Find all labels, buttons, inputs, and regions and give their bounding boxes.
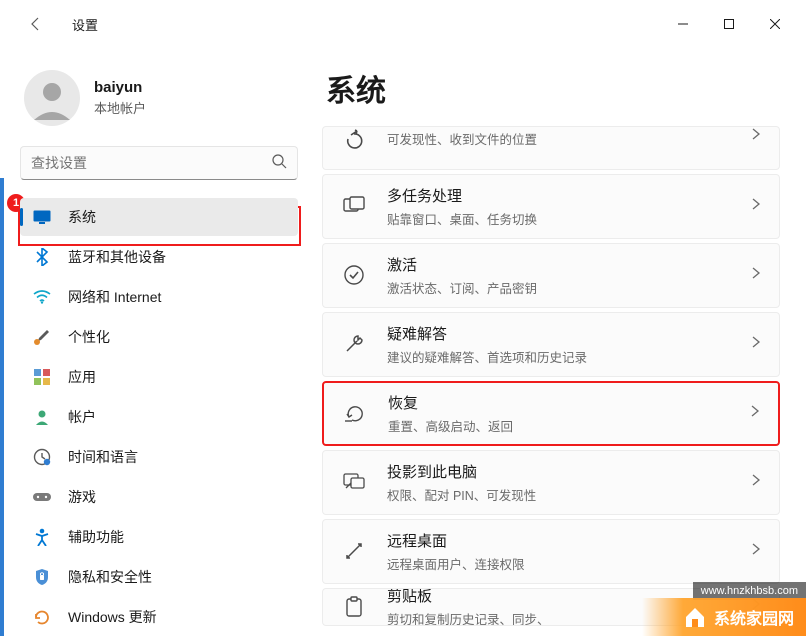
card-project[interactable]: 投影到此电脑权限、配对 PIN、可发现性 [322, 450, 780, 515]
sidebar-item-label: 应用 [68, 367, 96, 387]
titlebar: 设置 [0, 0, 806, 48]
arrow-left-icon [28, 16, 44, 32]
minimize-button[interactable] [660, 8, 706, 40]
wrench-icon [341, 331, 367, 357]
shield-icon [32, 567, 52, 587]
sidebar-nav: 1 系统 蓝牙和其他设备 网络和 Internet 个性化 应用 帐户 时间和语… [20, 198, 310, 636]
card-sub: 建议的疑难解答、首选项和历史记录 [387, 347, 751, 366]
chevron-right-icon [751, 197, 761, 216]
wifi-icon [32, 287, 52, 307]
house-icon [682, 604, 708, 630]
maximize-icon [724, 19, 734, 29]
card-title: 投影到此电脑 [387, 461, 751, 482]
display-icon [32, 207, 52, 227]
accessibility-icon [32, 527, 52, 547]
sidebar-item-system[interactable]: 系统 [20, 198, 298, 236]
chevron-right-icon [751, 127, 761, 146]
brand-text: 系统家园网 [714, 605, 794, 629]
sidebar-item-network[interactable]: 网络和 Internet [20, 278, 298, 316]
search-icon [271, 153, 287, 174]
sidebar-item-label: 网络和 Internet [68, 287, 161, 307]
chevron-right-icon [751, 473, 761, 492]
settings-list: 就近共享可发现性、收到文件的位置 多任务处理贴靠窗口、桌面、任务切换 激活激活状… [322, 126, 780, 626]
sidebar-item-update[interactable]: Windows 更新 [20, 598, 298, 636]
chevron-right-icon [751, 542, 761, 561]
card-title: 远程桌面 [387, 530, 751, 551]
card-sub: 可发现性、收到文件的位置 [387, 129, 751, 148]
card-troubleshoot[interactable]: 疑难解答建议的疑难解答、首选项和历史记录 [322, 312, 780, 377]
clock-icon [32, 447, 52, 467]
card-sub: 贴靠窗口、桌面、任务切换 [387, 209, 751, 228]
person-icon [32, 407, 52, 427]
app-title: 设置 [72, 15, 98, 34]
main-content: 系统 2 就近共享可发现性、收到文件的位置 多任务处理贴靠窗口、桌面、任务切换 … [310, 48, 806, 636]
sidebar-item-label: 蓝牙和其他设备 [68, 247, 166, 267]
apps-icon [32, 367, 52, 387]
sidebar-item-label: 系统 [68, 207, 96, 227]
card-title: 疑难解答 [387, 323, 751, 344]
sidebar-item-accessibility[interactable]: 辅助功能 [20, 518, 298, 556]
brand-overlay: 系统家园网 [642, 598, 806, 636]
sidebar-item-bluetooth[interactable]: 蓝牙和其他设备 [20, 238, 298, 276]
sidebar-item-personalization[interactable]: 个性化 [20, 318, 298, 356]
maximize-button[interactable] [706, 8, 752, 40]
close-button[interactable] [752, 8, 798, 40]
user-name: baiyun [94, 79, 146, 96]
sidebar-item-apps[interactable]: 应用 [20, 358, 298, 396]
sidebar-item-label: 游戏 [68, 487, 96, 507]
sidebar-item-label: 个性化 [68, 327, 110, 347]
person-icon [28, 74, 76, 122]
card-activation[interactable]: 激活激活状态、订阅、产品密钥 [322, 243, 780, 308]
card-sub: 重置、高级启动、返回 [388, 416, 750, 435]
card-remote[interactable]: 远程桌面远程桌面用户、连接权限 [322, 519, 780, 584]
cast-icon [341, 469, 367, 495]
gamepad-icon [32, 487, 52, 507]
sidebar-item-accounts[interactable]: 帐户 [20, 398, 298, 436]
sidebar-item-time[interactable]: 时间和语言 [20, 438, 298, 476]
chevron-right-icon [750, 404, 760, 423]
avatar [24, 70, 80, 126]
share-icon [341, 127, 367, 153]
page-title: 系统 [326, 66, 780, 110]
sidebar-item-label: 帐户 [68, 407, 96, 427]
recover-icon [342, 400, 368, 426]
window-controls [660, 8, 798, 40]
user-block[interactable]: baiyun 本地帐户 [20, 56, 310, 146]
search-box[interactable] [20, 146, 298, 180]
sidebar-item-privacy[interactable]: 隐私和安全性 [20, 558, 298, 596]
sidebar: baiyun 本地帐户 1 系统 蓝牙和其他设备 网络和 Internet 个性… [0, 48, 310, 636]
card-multitask[interactable]: 多任务处理贴靠窗口、桌面、任务切换 [322, 174, 780, 239]
search-input[interactable] [31, 155, 271, 171]
minimize-icon [678, 19, 688, 29]
sidebar-item-label: 隐私和安全性 [68, 567, 152, 587]
remote-icon [341, 538, 367, 564]
card-recovery[interactable]: 恢复重置、高级启动、返回 [322, 381, 780, 446]
back-button[interactable] [16, 4, 56, 44]
card-sub: 权限、配对 PIN、可发现性 [387, 485, 751, 504]
check-icon [341, 262, 367, 288]
clipboard-icon [341, 594, 367, 620]
card-sub: 激活状态、订阅、产品密钥 [387, 278, 751, 297]
sidebar-item-gaming[interactable]: 游戏 [20, 478, 298, 516]
brush-icon [32, 327, 52, 347]
chevron-right-icon [751, 266, 761, 285]
bluetooth-icon [32, 247, 52, 267]
card-sub: 远程桌面用户、连接权限 [387, 554, 751, 573]
card-sharing[interactable]: 就近共享可发现性、收到文件的位置 [322, 126, 780, 170]
card-title: 多任务处理 [387, 185, 751, 206]
sidebar-item-label: Windows 更新 [68, 607, 157, 627]
card-title: 恢复 [388, 392, 750, 413]
user-type: 本地帐户 [94, 98, 146, 117]
card-title: 激活 [387, 254, 751, 275]
sidebar-item-label: 辅助功能 [68, 527, 124, 547]
multitask-icon [341, 193, 367, 219]
close-icon [770, 19, 780, 29]
sidebar-item-label: 时间和语言 [68, 447, 138, 467]
chevron-right-icon [751, 335, 761, 354]
update-icon [32, 607, 52, 627]
